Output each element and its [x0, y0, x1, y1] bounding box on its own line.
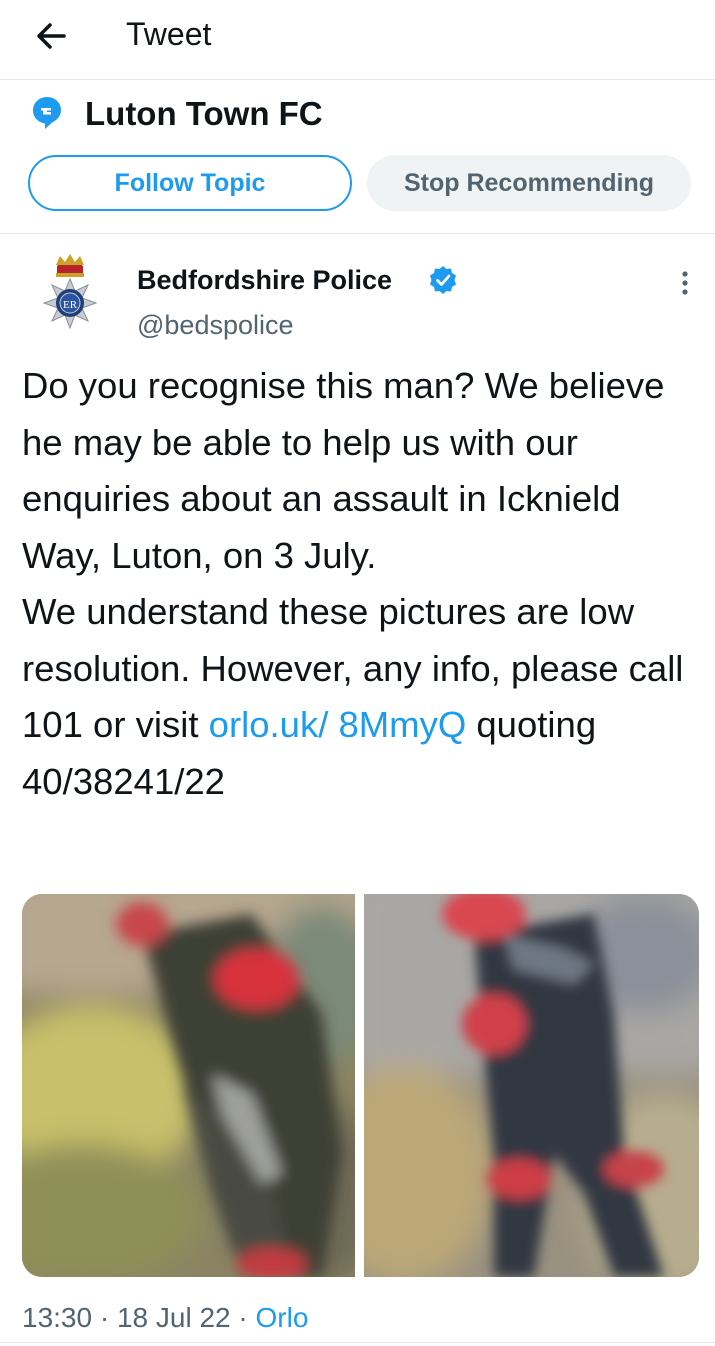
crest-text: ER [63, 299, 78, 311]
back-arrow-icon[interactable] [30, 14, 74, 58]
meta-separator: · [230, 1302, 256, 1333]
meta-separator: · [92, 1302, 117, 1333]
tweet-source-link[interactable]: Orlo [256, 1302, 309, 1333]
follow-topic-button[interactable]: Follow Topic [28, 155, 352, 211]
police-crest-icon[interactable]: ER [30, 253, 110, 345]
cctv-photo-1[interactable] [22, 894, 382, 1277]
more-vertical-icon[interactable] [670, 268, 700, 298]
author-handle[interactable]: @bedspolice [137, 308, 294, 342]
topic-section: Luton Town FC Follow Topic Stop Recommen… [0, 80, 715, 234]
page-title: Tweet [126, 16, 212, 52]
cctv-photo-2[interactable] [314, 894, 699, 1277]
topic-bubble-icon [32, 96, 62, 130]
tweet-text-paragraph-2: We understand these pictures are low res… [22, 584, 702, 810]
tweet-date: 18 Jul 22 [116, 1302, 231, 1333]
topic-name[interactable]: Luton Town FC [85, 94, 323, 134]
tweet-media [22, 894, 699, 1277]
tweet-time: 13:30 [22, 1302, 93, 1333]
divider [0, 1342, 715, 1343]
tweet-text-paragraph-1: Do you recognise this man? We believe he… [22, 365, 665, 576]
tweet-meta: 13:30 · 18 Jul 22 · Orlo [22, 1300, 308, 1336]
top-bar: Tweet [0, 0, 715, 80]
tweet-link[interactable]: orlo.uk/ 8MmyQ [209, 704, 467, 745]
tweet-text: Do you recognise this man? We believe he… [22, 358, 702, 810]
verified-badge-icon [428, 265, 458, 295]
stop-recommending-button[interactable]: Stop Recommending [367, 155, 691, 211]
author-name[interactable]: Bedfordshire Police [137, 263, 392, 297]
